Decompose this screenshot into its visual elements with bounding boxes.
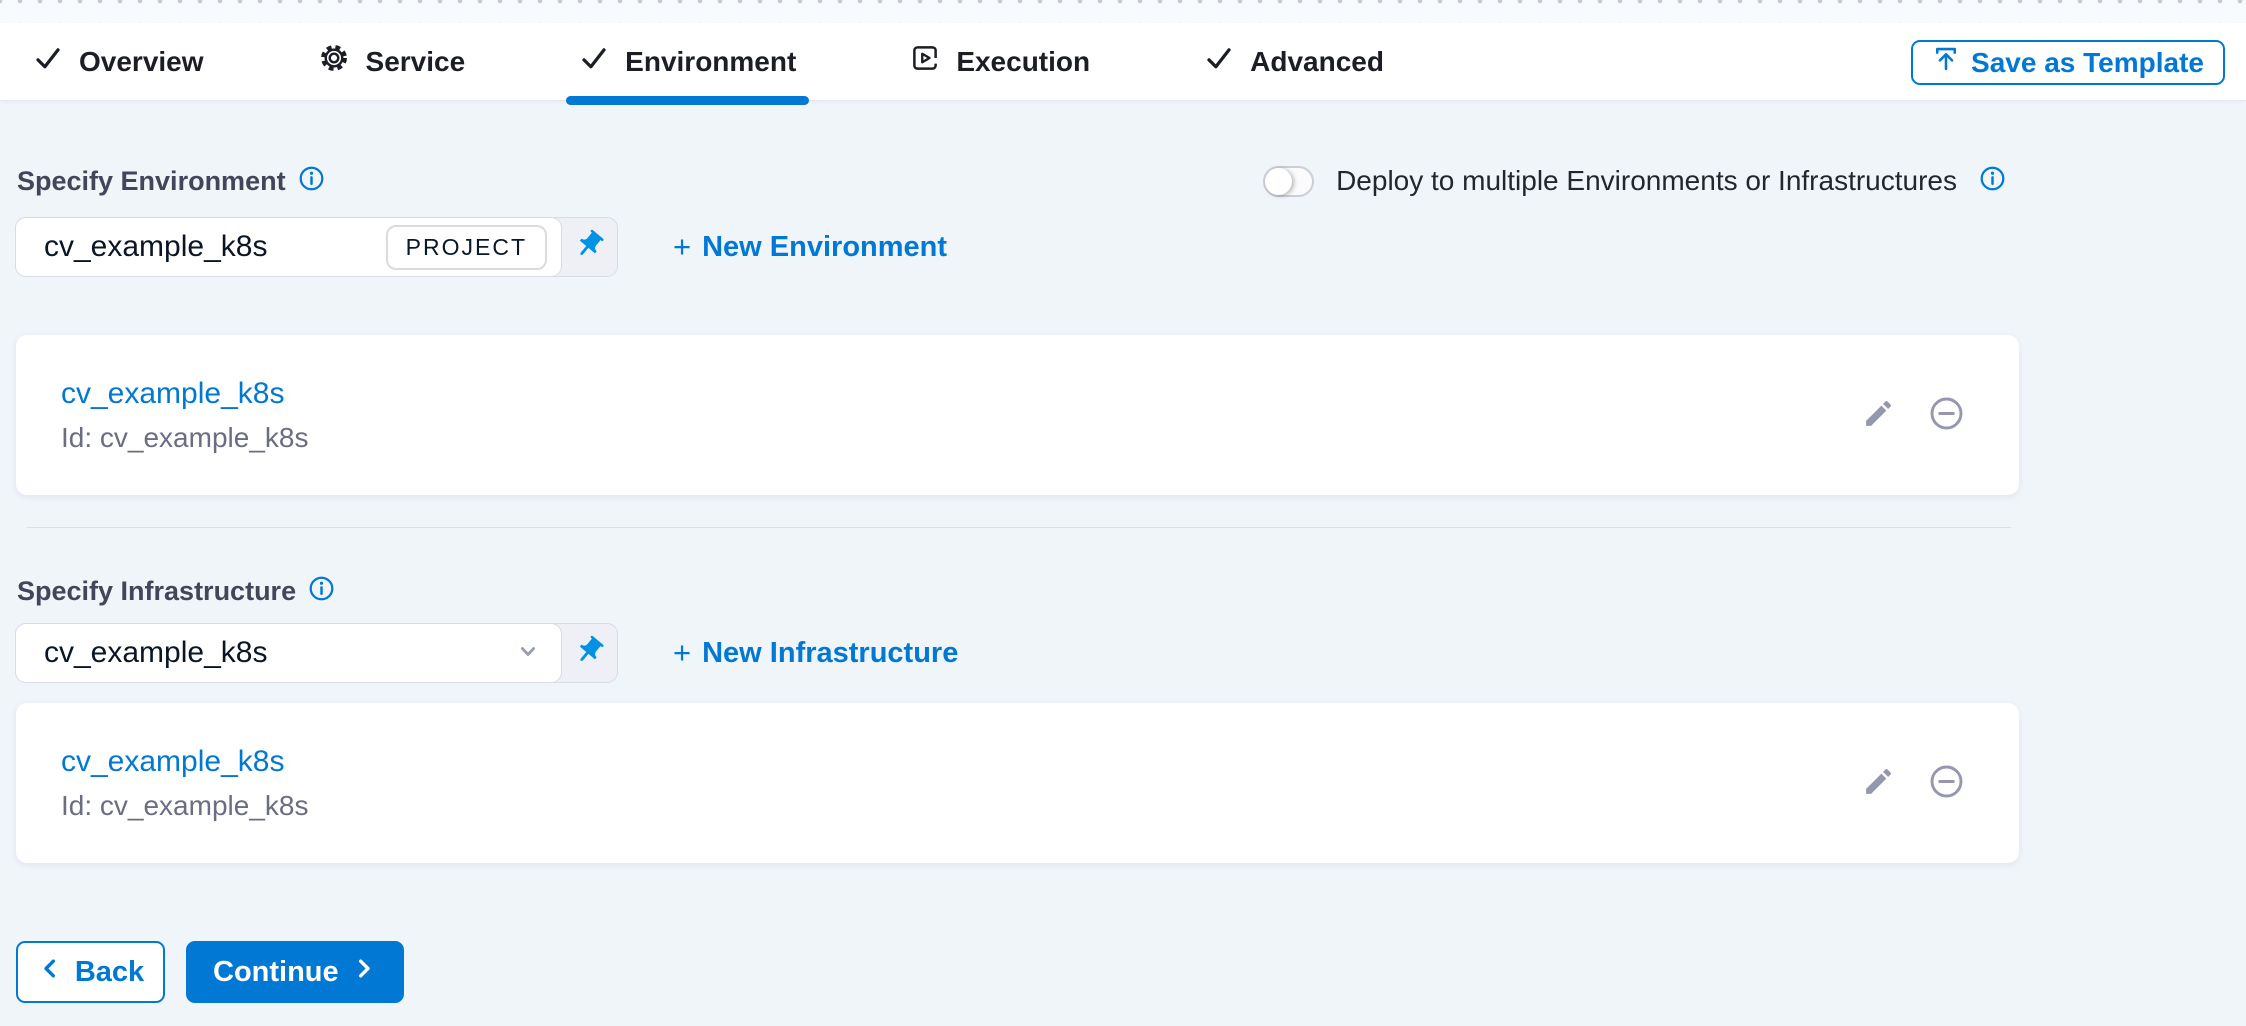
scope-badge-project: PROJECT xyxy=(386,225,547,270)
specify-infrastructure-label: Specify Infrastructure xyxy=(17,576,296,607)
infrastructure-card-info: cv_example_k8s Id: cv_example_k8s xyxy=(61,745,308,822)
new-infrastructure-label: New Infrastructure xyxy=(702,637,958,670)
section-divider xyxy=(27,527,2011,528)
check-icon xyxy=(579,43,609,80)
tab-label: Overview xyxy=(79,46,204,78)
tab-overview[interactable]: Overview xyxy=(28,23,209,100)
plus-icon: + xyxy=(673,635,691,671)
remove-infrastructure-button[interactable] xyxy=(1928,763,1965,803)
new-infrastructure-link[interactable]: + New Infrastructure xyxy=(673,635,958,671)
environment-card: cv_example_k8s Id: cv_example_k8s xyxy=(16,335,2019,495)
infrastructure-name-link[interactable]: cv_example_k8s xyxy=(61,745,308,779)
specify-environment-label: Specify Environment xyxy=(17,166,286,197)
info-icon[interactable] xyxy=(308,575,335,607)
save-as-template-label: Save as Template xyxy=(1971,47,2204,79)
environment-card-info: cv_example_k8s Id: cv_example_k8s xyxy=(61,377,308,454)
pin-icon xyxy=(572,228,606,267)
tab-label: Advanced xyxy=(1250,46,1384,78)
tab-advanced[interactable]: Advanced xyxy=(1199,23,1389,100)
infrastructure-pin-button[interactable] xyxy=(561,624,617,682)
chevron-left-icon xyxy=(37,955,64,990)
environment-select-group: cv_example_k8s PROJECT xyxy=(15,217,618,277)
minus-circle-icon xyxy=(1928,763,1965,803)
info-icon[interactable] xyxy=(298,165,325,197)
gear-icon xyxy=(318,42,350,81)
multi-environment-toggle-label: Deploy to multiple Environments or Infra… xyxy=(1336,165,1957,197)
remove-environment-button[interactable] xyxy=(1928,395,1965,435)
tab-execution[interactable]: Execution xyxy=(905,23,1095,100)
continue-button[interactable]: Continue xyxy=(186,941,404,1003)
tab-service[interactable]: Service xyxy=(313,23,471,100)
back-button[interactable]: Back xyxy=(16,941,165,1003)
multi-environment-toggle[interactable] xyxy=(1263,166,1314,197)
infrastructure-select-group: cv_example_k8s xyxy=(15,623,618,683)
info-icon[interactable] xyxy=(1979,165,2006,197)
tab-label: Service xyxy=(366,46,466,78)
check-icon xyxy=(33,43,63,80)
pin-icon xyxy=(572,634,606,673)
edit-infrastructure-button[interactable] xyxy=(1862,765,1895,801)
infrastructure-select-value: cv_example_k8s xyxy=(44,636,267,670)
environment-pin-button[interactable] xyxy=(561,218,617,276)
stage-tabbar: Overview Service Environment Execution xyxy=(0,23,2246,101)
pipeline-canvas-strip xyxy=(0,0,2246,23)
play-square-icon xyxy=(910,43,940,80)
infrastructure-select-dropdown[interactable]: cv_example_k8s xyxy=(15,623,562,683)
edit-environment-button[interactable] xyxy=(1862,397,1895,433)
continue-label: Continue xyxy=(213,956,339,989)
save-as-template-button[interactable]: Save as Template xyxy=(1911,40,2225,85)
pencil-icon xyxy=(1862,397,1895,433)
tab-environment[interactable]: Environment xyxy=(574,23,801,100)
chevron-right-icon xyxy=(350,955,377,990)
chevron-down-icon xyxy=(513,636,543,671)
plus-icon: + xyxy=(673,229,691,265)
environment-name-link[interactable]: cv_example_k8s xyxy=(61,377,308,411)
environment-select-input[interactable]: cv_example_k8s PROJECT xyxy=(15,217,562,277)
pencil-icon xyxy=(1862,765,1895,801)
tab-label: Environment xyxy=(625,46,796,78)
back-label: Back xyxy=(75,956,144,989)
check-icon xyxy=(1204,43,1234,80)
toggle-knob xyxy=(1265,168,1292,195)
infrastructure-id-text: Id: cv_example_k8s xyxy=(61,790,308,822)
tab-label: Execution xyxy=(956,46,1090,78)
minus-circle-icon xyxy=(1928,395,1965,435)
environment-select-value: cv_example_k8s xyxy=(44,230,267,264)
new-environment-label: New Environment xyxy=(702,231,947,264)
environment-tab-panel: Specify Environment Deploy to multiple E… xyxy=(0,101,2246,1026)
infrastructure-card: cv_example_k8s Id: cv_example_k8s xyxy=(16,703,2019,863)
new-environment-link[interactable]: + New Environment xyxy=(673,229,947,265)
upload-icon xyxy=(1932,45,1960,80)
environment-id-text: Id: cv_example_k8s xyxy=(61,422,308,454)
